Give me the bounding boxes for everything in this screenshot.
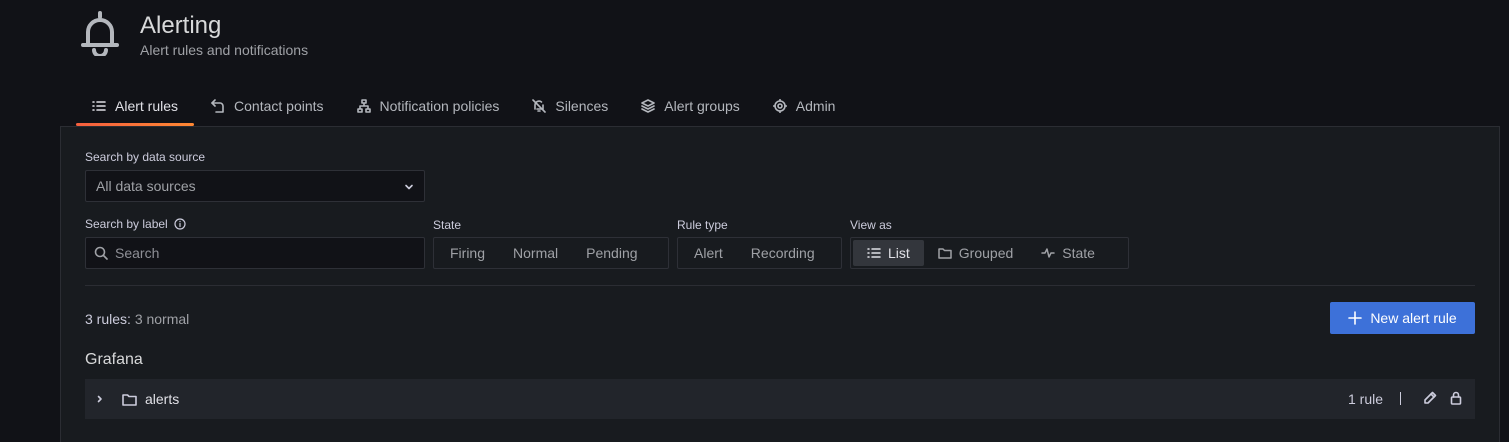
rule-group-count: 1 rule <box>1348 391 1384 407</box>
label-search-label: Search by label <box>85 217 186 231</box>
view-option-label: Grouped <box>958 245 1014 261</box>
view-option-label: List <box>888 245 910 261</box>
rule-type-label: Rule type <box>677 218 728 232</box>
search-icon <box>94 246 108 260</box>
rule-group-row[interactable]: alerts 1 rule <box>85 379 1475 419</box>
tab-label: Silences <box>555 98 609 114</box>
state-label: State <box>433 218 462 232</box>
tab-alert-rules[interactable]: Alert rules <box>76 88 195 126</box>
page-header: Alerting Alert rules and notifications <box>80 6 680 66</box>
rules-summary: 3 rules: 3 normal <box>85 311 189 327</box>
alert-rules-panel: Search by data source All data sources S… <box>60 126 1500 442</box>
tab-label: Notification policies <box>379 98 500 114</box>
pen-icon[interactable] <box>1423 391 1437 405</box>
folder-icon <box>938 248 952 259</box>
list-icon <box>92 101 106 111</box>
sitemap-icon <box>356 99 371 113</box>
cog-icon <box>772 99 787 113</box>
view-as-radio-group: List Grouped State <box>850 237 1129 269</box>
datasource-value: All data sources <box>96 178 196 194</box>
tab-label: Alert rules <box>115 98 179 114</box>
state-option-firing[interactable]: Firing <box>436 240 499 266</box>
chevron-right-icon[interactable] <box>93 392 107 406</box>
tab-label: Alert groups <box>664 98 740 114</box>
tab-label: Admin <box>795 98 836 114</box>
lock-icon[interactable] <box>1449 391 1463 405</box>
layer-group-icon <box>641 99 656 113</box>
folder-icon <box>122 393 137 406</box>
tab-bar: Alert rules Contact points Notification … <box>76 88 852 126</box>
tab-admin[interactable]: Admin <box>757 88 852 124</box>
divider <box>85 285 1475 286</box>
datasource-section-title: Grafana <box>85 351 143 368</box>
rule-type-option-alert[interactable]: Alert <box>680 240 737 266</box>
info-circle-icon[interactable] <box>174 218 186 230</box>
tab-notification-policies[interactable]: Notification policies <box>341 88 516 124</box>
view-option-list[interactable]: List <box>853 240 924 266</box>
rule-type-radio-group: Alert Recording <box>677 237 842 269</box>
datasource-select[interactable]: All data sources <box>85 170 425 202</box>
state-option-pending[interactable]: Pending <box>572 240 651 266</box>
state-radio-group: Firing Normal Pending <box>433 237 669 269</box>
bell-icon <box>81 11 119 56</box>
bell-slash-icon <box>532 99 547 113</box>
rule-group-name: alerts <box>145 391 180 407</box>
rules-count: 3 rules: <box>85 311 131 327</box>
tab-silences[interactable]: Silences <box>516 88 624 124</box>
new-alert-rule-button[interactable]: New alert rule <box>1330 302 1475 334</box>
rule-type-option-recording[interactable]: Recording <box>737 240 829 266</box>
heartbeat-icon <box>1041 248 1056 258</box>
tab-label: Contact points <box>234 98 324 114</box>
label-search-input[interactable] <box>115 245 405 261</box>
page-title: Alerting <box>140 12 222 39</box>
comment-alt-share-icon <box>211 99 224 113</box>
tab-alert-groups[interactable]: Alert groups <box>625 88 755 124</box>
plus-icon <box>1348 311 1363 325</box>
label-search-field[interactable] <box>85 237 425 269</box>
view-as-label: View as <box>850 218 892 232</box>
label-search-text: Search by label <box>85 217 168 231</box>
view-option-grouped[interactable]: Grouped <box>924 240 1027 266</box>
state-option-normal[interactable]: Normal <box>499 240 572 266</box>
chevron-down-icon <box>405 184 413 190</box>
page-subtitle: Alert rules and notifications <box>140 42 309 58</box>
tab-contact-points[interactable]: Contact points <box>195 88 340 124</box>
view-option-label: State <box>1062 245 1095 261</box>
separator <box>1400 392 1401 405</box>
rules-state-breakdown: 3 normal <box>134 311 190 327</box>
new-alert-rule-label: New alert rule <box>1370 310 1457 326</box>
view-option-state[interactable]: State <box>1027 240 1109 266</box>
datasource-label: Search by data source <box>85 150 206 164</box>
list-icon <box>867 248 881 258</box>
